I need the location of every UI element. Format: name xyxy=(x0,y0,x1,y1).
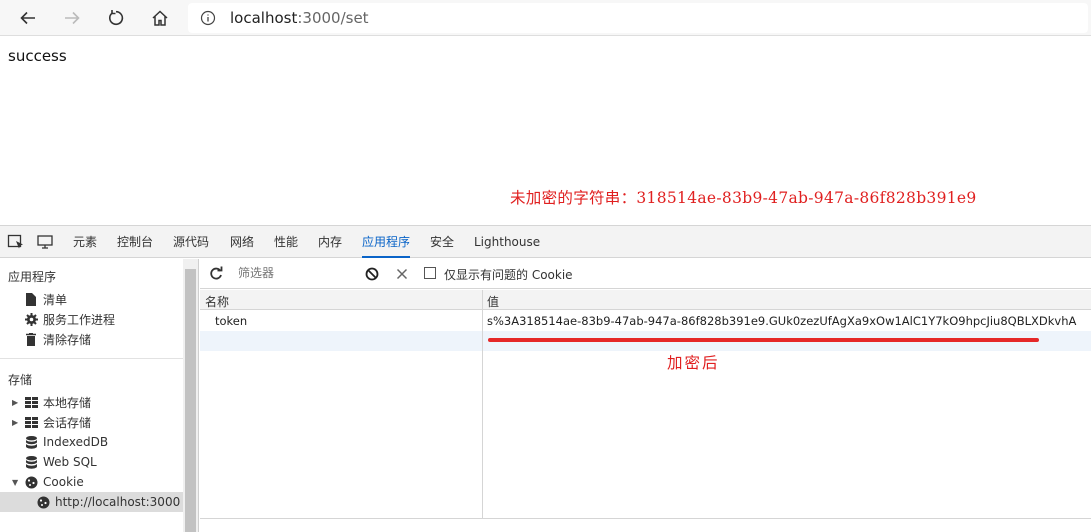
sidebar-item-label: 服务工作进程 xyxy=(43,312,116,327)
only-issues-label: 仅显示有问题的 Cookie xyxy=(444,268,573,282)
refresh-button[interactable] xyxy=(102,4,130,32)
annotation-encrypted: 加密后 xyxy=(667,354,720,372)
sidebar-item-label: 本地存储 xyxy=(43,395,92,410)
url-host: localhost xyxy=(230,9,298,27)
sidebar-item-label: Cookie xyxy=(43,475,84,489)
url-text: localhost:3000/set xyxy=(230,9,369,27)
back-arrow-icon xyxy=(20,11,35,25)
tab-network[interactable]: 网络 xyxy=(230,226,254,258)
sidebar-item-cookie-origin[interactable]: http://localhost:3000 xyxy=(36,492,180,512)
sidebar-item-label: 清单 xyxy=(43,292,68,307)
divider xyxy=(0,358,184,359)
back-button[interactable] xyxy=(14,4,42,32)
tab-elements[interactable]: 元素 xyxy=(73,226,97,258)
tab-lighthouse[interactable]: Lighthouse xyxy=(474,226,540,258)
cookie-value: s%3A318514ae-83b9-47ab-947a-86f828b391e9… xyxy=(487,314,1077,328)
tab-memory[interactable]: 内存 xyxy=(318,226,342,258)
column-header-name[interactable]: 名称 xyxy=(205,293,229,310)
success-message: success xyxy=(8,47,67,65)
sidebar-item-label: 会话存储 xyxy=(43,415,92,430)
cookie-table: 名称 值 token s%3A318514ae-83b9-47ab-947a-8… xyxy=(200,290,1091,519)
trash-icon xyxy=(24,332,38,346)
tab-application[interactable]: 应用程序 xyxy=(362,226,411,258)
table-row[interactable]: token s%3A318514ae-83b9-47ab-947a-86f828… xyxy=(200,311,1091,331)
collapse-arrow-icon[interactable]: ▼ xyxy=(12,478,18,487)
tab-sources[interactable]: 源代码 xyxy=(173,226,209,258)
device-emulation-icon[interactable] xyxy=(37,234,55,250)
sidebar-item-session-storage[interactable]: ▶ 会话存储 xyxy=(12,412,92,432)
home-icon xyxy=(152,10,168,26)
scrollbar-thumb[interactable] xyxy=(185,269,196,532)
application-sidebar: 应用程序 清单 服务工作进程 清除存储 存储 ▶ 本地存储 ▶ 会话存储 Ind… xyxy=(0,259,199,532)
home-button[interactable] xyxy=(146,4,174,32)
cookie-panel: 仅显示有问题的 Cookie 名称 值 token s%3A318514ae-8… xyxy=(200,259,1091,532)
grid-icon xyxy=(24,395,38,409)
sidebar-item-label: 清除存储 xyxy=(43,332,92,347)
filter-input[interactable] xyxy=(233,262,353,284)
expand-arrow-icon[interactable]: ▶ xyxy=(12,418,18,427)
gear-icon xyxy=(24,312,38,326)
section-title-storage: 存储 xyxy=(8,373,33,387)
forward-button[interactable] xyxy=(58,4,86,32)
delete-selected-icon[interactable] xyxy=(394,266,410,282)
database-icon xyxy=(24,455,38,469)
clear-all-icon[interactable] xyxy=(364,266,380,282)
tab-console[interactable]: 控制台 xyxy=(117,226,153,258)
refresh-icon xyxy=(109,10,124,26)
section-title-application: 应用程序 xyxy=(8,270,57,284)
database-icon xyxy=(24,435,38,449)
tab-performance[interactable]: 性能 xyxy=(274,226,298,258)
annotation-underline xyxy=(488,338,1039,342)
devtools-tabbar: 元素 控制台 源代码 网络 性能 内存 应用程序 安全 Lighthouse xyxy=(0,225,1091,258)
sidebar-item-indexeddb[interactable]: IndexedDB xyxy=(24,432,108,452)
sidebar-item-clear-storage[interactable]: 清除存储 xyxy=(24,329,91,349)
grid-icon xyxy=(24,415,38,429)
sidebar-scrollbar[interactable] xyxy=(183,259,198,532)
cookie-name: token xyxy=(215,314,248,328)
cookie-icon xyxy=(36,495,50,509)
sidebar-item-service-workers[interactable]: 服务工作进程 xyxy=(24,309,115,329)
sidebar-item-cookies[interactable]: ▼ Cookie xyxy=(12,472,84,492)
only-issues-checkbox[interactable] xyxy=(424,267,436,279)
refresh-icon[interactable] xyxy=(208,266,224,282)
info-icon[interactable] xyxy=(200,10,216,26)
sidebar-item-label: Web SQL xyxy=(43,455,97,469)
table-header: 名称 值 xyxy=(200,290,1091,310)
sidebar-item-websql[interactable]: Web SQL xyxy=(24,452,97,472)
cookie-icon xyxy=(24,475,38,489)
sidebar-item-label: http://localhost:3000 xyxy=(55,495,181,509)
browser-toolbar: localhost:3000/set xyxy=(0,0,1091,36)
annotation-unencrypted: 未加密的字符串：318514ae-83b9-47ab-947a-86f828b3… xyxy=(510,189,977,207)
tab-security[interactable]: 安全 xyxy=(430,226,454,258)
sidebar-item-local-storage[interactable]: ▶ 本地存储 xyxy=(12,392,92,412)
address-bar[interactable]: localhost:3000/set xyxy=(188,3,1088,33)
sidebar-item-manifest[interactable]: 清单 xyxy=(24,289,67,309)
cookie-filter-bar: 仅显示有问题的 Cookie xyxy=(200,259,1091,289)
expand-arrow-icon[interactable]: ▶ xyxy=(12,398,18,407)
file-icon xyxy=(24,292,38,306)
inspect-element-icon[interactable] xyxy=(7,234,25,250)
page-content: success 未加密的字符串：318514ae-83b9-47ab-947a-… xyxy=(0,37,1091,225)
column-header-value[interactable]: 值 xyxy=(487,293,499,310)
column-divider[interactable] xyxy=(482,290,483,518)
sidebar-item-label: IndexedDB xyxy=(43,435,109,449)
table-bottom-border xyxy=(200,518,1091,519)
forward-arrow-icon xyxy=(65,11,80,25)
url-path: :3000/set xyxy=(297,9,369,27)
